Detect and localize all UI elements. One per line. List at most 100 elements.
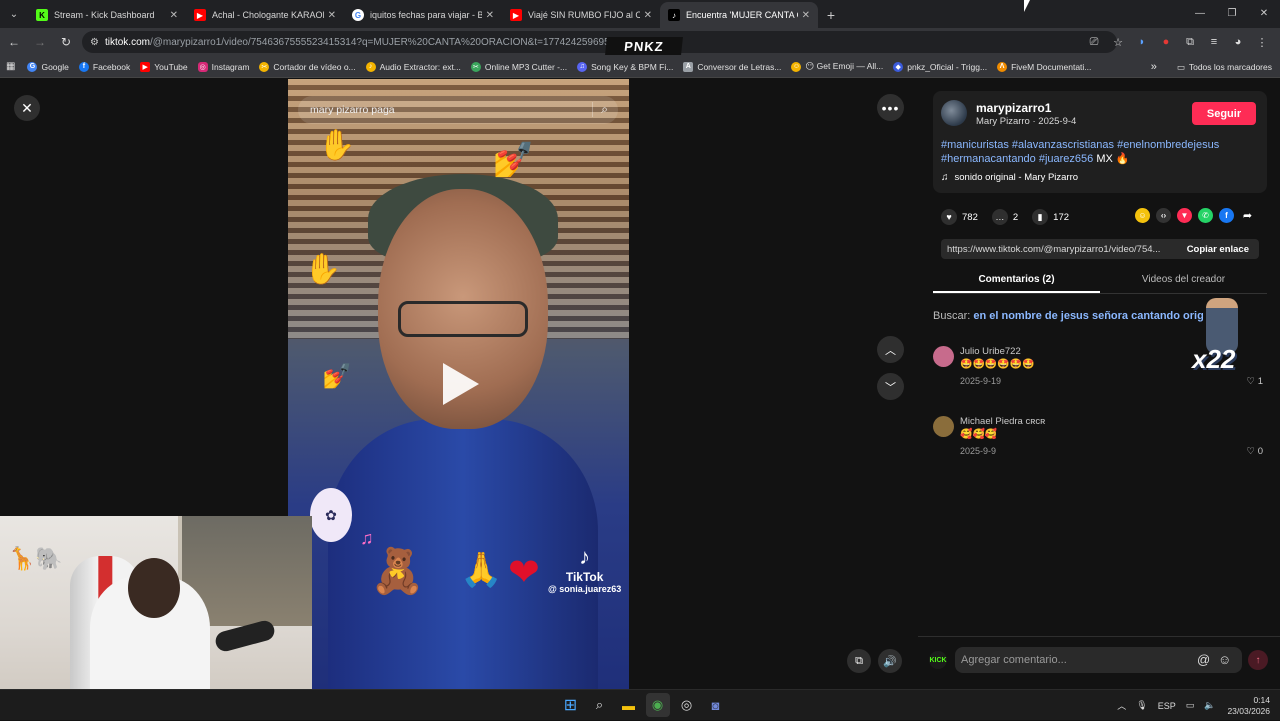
volume-icon[interactable]: 🔊	[878, 649, 902, 673]
creator-avatar[interactable]	[941, 100, 967, 126]
bookmark-song-key[interactable]: ♫ Song Key & BPM Fi...	[577, 61, 673, 72]
floating-player-icon[interactable]: ⧉	[847, 649, 871, 673]
close-tab-icon[interactable]: ✕	[802, 10, 810, 21]
bookmark-mp3-cutter[interactable]: ✂ Online MP3 Cutter -...	[470, 61, 567, 72]
all-bookmarks-link[interactable]: Todos los marcadores	[1189, 62, 1272, 72]
reload-icon[interactable]: ↻	[54, 30, 78, 54]
share-link-url[interactable]: https://www.tiktok.com/@marypizarro1/vid…	[941, 244, 1177, 255]
bookmark-conversor[interactable]: A Conversor de Letras...	[683, 61, 781, 72]
tray-overflow-icon[interactable]: ︿	[1117, 699, 1126, 712]
back-icon[interactable]: ←	[2, 30, 26, 54]
creator-nickname-date: Mary Pizarro · 2025-9-4	[976, 116, 1077, 127]
send-share-icon[interactable]: ▼	[1177, 208, 1192, 223]
comment-action[interactable]: … 2	[991, 209, 1018, 225]
comment-like[interactable]: ♡ 1	[1247, 376, 1263, 387]
whatsapp-icon[interactable]: ✆	[1198, 208, 1213, 223]
discord-icon[interactable]: ◙	[704, 693, 728, 717]
previous-video-button[interactable]: ︿	[877, 336, 904, 363]
tab-creator-videos[interactable]: Videos del creador	[1100, 271, 1267, 293]
file-explorer-icon[interactable]: ▬	[617, 693, 641, 717]
tab-youtube-karaoke[interactable]: ▶ Achal - Chologante KARAOKE ( ✕	[186, 2, 344, 28]
tab-search-button[interactable]: ⌄	[0, 0, 28, 28]
close-tab-icon[interactable]: ✕	[486, 10, 494, 21]
close-tab-icon[interactable]: ✕	[644, 10, 652, 21]
restore-icon[interactable]: ❐	[1216, 0, 1248, 26]
minimize-icon[interactable]: —	[1184, 0, 1216, 26]
cast-icon[interactable]: ⎚	[1082, 30, 1106, 54]
save-action[interactable]: ▮ 172	[1032, 209, 1069, 225]
search-icon[interactable]: ⌕	[588, 693, 612, 717]
bookmark-youtube[interactable]: ▶ YouTube	[140, 61, 188, 72]
music-info[interactable]: ♫ sonido original - Mary Pizarro	[941, 172, 1078, 183]
tab-comments[interactable]: Comentarios (2)	[933, 271, 1100, 293]
friends-share-icon[interactable]: ☺	[1135, 208, 1150, 223]
extensions-puzzle-icon[interactable]: ⧉	[1178, 30, 1202, 54]
copy-link-button[interactable]: Copiar enlace	[1177, 244, 1259, 255]
extension-wave-icon[interactable]: ◗	[1130, 30, 1154, 54]
mention-icon[interactable]: @	[1197, 652, 1210, 667]
tab-tiktok-active[interactable]: ♪ Encuentra 'MUJER CANTA ORAC ✕	[660, 2, 818, 28]
video-search-bar[interactable]: mary pizarro paga ⌕	[298, 96, 618, 124]
bookmark-fivem[interactable]: Λ FiveM Documentati...	[997, 61, 1091, 72]
tab-kick-dashboard[interactable]: K Stream - Kick Dashboard ✕	[28, 2, 186, 28]
comment-like-count: 1	[1257, 376, 1263, 387]
comment-item: Michael Piedra ᴄʀᴄʀ 🥰🥰🥰 2025-9-9 ♡ 0	[933, 416, 1263, 460]
emoji-icon[interactable]: ☺	[1218, 652, 1231, 667]
video-caption: #manicuristas #alavanzascristianas #enel…	[941, 138, 1261, 166]
commenter-name[interactable]: Michael Piedra ᴄʀᴄʀ	[960, 416, 1045, 427]
music-title: sonido original - Mary Pizarro	[954, 172, 1079, 183]
bookmarks-overflow[interactable]: »	[1151, 61, 1157, 73]
bookmark-instagram[interactable]: ◎ Instagram	[197, 61, 249, 72]
bookmark-star-icon[interactable]: ☆	[1106, 30, 1130, 54]
close-video-button[interactable]: ✕	[14, 95, 40, 121]
play-icon[interactable]	[443, 363, 479, 405]
comment-like[interactable]: ♡ 0	[1247, 446, 1263, 457]
share-arrow-icon[interactable]: ➦	[1240, 208, 1255, 223]
speaker-icon[interactable]: 🔈	[1204, 700, 1215, 711]
commenter-avatar[interactable]	[933, 346, 954, 367]
more-options-button[interactable]: •••	[877, 94, 904, 121]
bookmark-google[interactable]: G Google	[27, 61, 69, 72]
commenter-avatar[interactable]	[933, 416, 954, 437]
microphone-tray-icon[interactable]: 🎙	[1136, 700, 1147, 711]
bookmarks-bar: ▦ G Google f Facebook ▶ YouTube ◎ Instagram …	[0, 56, 1280, 78]
bookmark-get-emoji[interactable]: ☺ 😶 Get Emoji — All...	[791, 61, 883, 72]
bookmark-audio-extractor[interactable]: ♪ Audio Extractor: ext...	[365, 61, 461, 72]
media-controls-icon[interactable]: ≡	[1202, 30, 1226, 54]
search-suggestion[interactable]: Buscar: en el nombre de jesus señora can…	[933, 310, 1203, 322]
embed-code-icon[interactable]: ‹›	[1156, 208, 1171, 223]
close-window-icon[interactable]: ✕	[1248, 0, 1280, 26]
close-tab-icon[interactable]: ✕	[170, 10, 178, 21]
windows-start-icon[interactable]: ⊞	[559, 693, 583, 717]
creator-username[interactable]: marypizarro1	[976, 101, 1051, 115]
address-bar[interactable]: ⚙ tiktok.com /@marypizarro1/video/754636…	[82, 31, 1117, 53]
next-video-button[interactable]: ﹀	[877, 373, 904, 400]
extension-red-icon[interactable]: ●	[1154, 30, 1178, 54]
follow-button[interactable]: Seguir	[1192, 102, 1256, 125]
tab-title: Encuentra 'MUJER CANTA ORAC	[686, 10, 798, 20]
language-indicator[interactable]: ESP	[1158, 701, 1176, 711]
bookmark-pnkz[interactable]: ◆ pnkz_Oficial - Trigg...	[893, 61, 987, 72]
caption-hashtags[interactable]: #manicuristas #alavanzascristianas #enel…	[941, 139, 1219, 165]
commenter-name[interactable]: Julio Uribe722	[960, 346, 1021, 357]
new-tab-button[interactable]: +	[818, 2, 844, 28]
browser-menu-icon[interactable]: ⋮	[1250, 30, 1274, 54]
like-action[interactable]: ♥ 782	[941, 209, 978, 225]
clock[interactable]: 0:14 23/03/2026	[1227, 695, 1270, 717]
chrome-icon[interactable]: ◉	[645, 693, 670, 717]
profile-avatar-icon[interactable]: ◕	[1226, 30, 1250, 54]
network-icon[interactable]: ▭	[1186, 700, 1195, 711]
tab-title: Achal - Chologante KARAOKE (	[212, 10, 324, 20]
apps-grid-icon[interactable]: ▦	[6, 61, 15, 72]
obs-icon[interactable]: ◎	[675, 693, 699, 717]
tab-google-search[interactable]: G iquitos fechas para viajar - Busc ✕	[344, 2, 502, 28]
site-info-icon[interactable]: ⚙	[90, 37, 99, 48]
forward-icon[interactable]: →	[28, 30, 52, 54]
bookmark-facebook[interactable]: f Facebook	[78, 61, 130, 72]
close-tab-icon[interactable]: ✕	[328, 10, 336, 21]
tab-youtube-viaje[interactable]: ▶ Viajé SIN RUMBO FIJO al Corazó ✕	[502, 2, 660, 28]
post-comment-button[interactable]: ↑	[1248, 650, 1268, 670]
facebook-share-icon[interactable]: f	[1219, 208, 1234, 223]
bookmark-cortador[interactable]: ✂ Cortador de vídeo o...	[259, 61, 356, 72]
search-icon[interactable]: ⌕	[592, 102, 608, 117]
